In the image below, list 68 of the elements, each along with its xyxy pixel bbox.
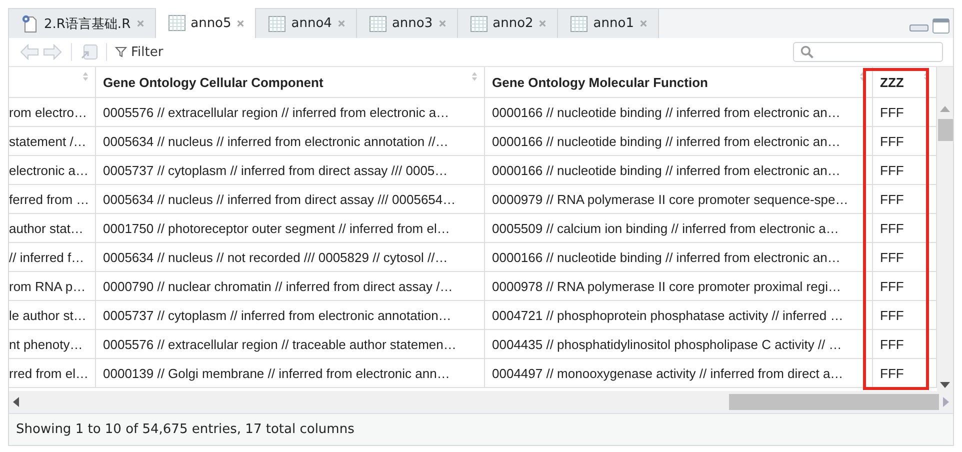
- column-header[interactable]: Gene Ontology Cellular Component: [96, 67, 485, 98]
- column-header[interactable]: Gene Ontology Molecular Function: [485, 67, 873, 98]
- column-header[interactable]: [9, 67, 96, 98]
- search-field[interactable]: [793, 42, 943, 62]
- table-cell: // inferred f…: [9, 243, 96, 272]
- table-cell: statement /…: [9, 127, 96, 156]
- search-icon: [800, 45, 814, 59]
- table-cell: ferred from …: [9, 185, 96, 214]
- table-cell: author stat…: [9, 214, 96, 243]
- table-cell: 0000139 // Golgi membrane // inferred from electronic ann…: [96, 359, 485, 388]
- status-text: Showing 1 to 10 of 54,675 entries, 17 total columns: [16, 422, 354, 437]
- table-cell: 0000978 // RNA polymerase II core promoter proximal regi…: [485, 272, 873, 301]
- back-forward-icon[interactable]: [19, 43, 63, 61]
- table-cell: 0005576 // extracellular region // inferred from electronic a…: [96, 98, 485, 127]
- tab[interactable]: anno1: [558, 9, 659, 38]
- table-icon: [368, 14, 387, 32]
- table-cell: 0000979 // RNA polymerase II core promoter sequence-spe…: [485, 185, 873, 214]
- table-cell: 0004721 // phosphoprotein phosphatase activity // inferred …: [485, 301, 873, 330]
- tab[interactable]: anno2: [458, 9, 558, 38]
- table-cell: 0000166 // nucleotide binding // inferred from electronic an…: [485, 127, 873, 156]
- horizontal-scrollbar[interactable]: [9, 391, 953, 413]
- table-icon: [268, 14, 286, 32]
- table-cell: 0005576 // extracellular region // traceable author statemen…: [96, 330, 485, 359]
- right-arrow-icon[interactable]: [943, 397, 949, 407]
- down-arrow-icon[interactable]: [940, 382, 950, 388]
- close-icon[interactable]: [136, 19, 145, 28]
- scrollbar-thumb[interactable]: [729, 394, 939, 410]
- left-arrow-icon[interactable]: [13, 397, 19, 407]
- filter-button[interactable]: Filter: [115, 44, 164, 60]
- funnel-icon: [115, 46, 127, 58]
- vertical-scrollbar[interactable]: [937, 67, 953, 391]
- table-cell: 0004497 // monooxygenase activity // inferred from direct a…: [485, 359, 873, 388]
- up-arrow-icon[interactable]: [940, 106, 950, 112]
- table-cell: 0005509 // calcium ion binding // inferred from electronic a…: [485, 214, 873, 243]
- table-cell: le author st…: [9, 301, 96, 330]
- table-cell: 0001750 // photoreceptor outer segment // inferred from el…: [96, 214, 485, 243]
- table-cell: 0000790 // nuclear chromatin // inferred from direct assay /…: [96, 272, 485, 301]
- close-icon[interactable]: [336, 19, 346, 28]
- tab[interactable]: anno5: [156, 8, 256, 38]
- table-cell: nt phenoty…: [9, 330, 96, 359]
- r-file-icon: [21, 14, 39, 32]
- close-icon[interactable]: [438, 19, 447, 28]
- tab[interactable]: anno3: [356, 9, 458, 38]
- tab[interactable]: anno4: [256, 9, 357, 38]
- table-icon: [168, 14, 186, 32]
- table-cell: rom electro…: [9, 98, 96, 127]
- close-icon[interactable]: [538, 19, 548, 28]
- table-cell: electronic a…: [9, 156, 96, 185]
- table-cell: rom RNA p…: [9, 272, 96, 301]
- scrollbar-thumb[interactable]: [938, 119, 952, 141]
- sort-icon[interactable]: [859, 71, 866, 82]
- maximize-icon[interactable]: [931, 18, 951, 34]
- table-icon: [470, 14, 488, 32]
- table-cell: 0005634 // nucleus // inferred from direct assay /// 0005654…: [96, 185, 485, 214]
- table-cell: rred from el…: [9, 359, 96, 388]
- table-cell: 0005634 // nucleus // inferred from electronic annotation //…: [96, 127, 485, 156]
- table-icon: [570, 14, 588, 32]
- close-icon[interactable]: [638, 19, 648, 28]
- table-cell: 0000166 // nucleotide binding // inferred from electronic an…: [485, 243, 873, 272]
- table-cell: 0000166 // nucleotide binding // inferred from electronic an…: [485, 156, 873, 185]
- table-cell: 0005737 // cytoplasm // inferred from direct assay /// 0005…: [96, 156, 485, 185]
- table-cell: 0005634 // nucleus // not recorded /// 0005829 // cytosol //…: [96, 243, 485, 272]
- table-cell: 0004435 // phosphatidylinositol phospholipase C activity // …: [485, 330, 873, 359]
- table-cell: 0000166 // nucleotide binding // inferred from electronic an…: [485, 98, 873, 127]
- tab[interactable]: 2.R语言基础.R: [9, 9, 156, 38]
- popout-icon[interactable]: [80, 44, 98, 60]
- table-cell: 0005737 // cytoplasm // inferred from electronic annotation…: [96, 301, 485, 330]
- close-icon[interactable]: [236, 18, 246, 28]
